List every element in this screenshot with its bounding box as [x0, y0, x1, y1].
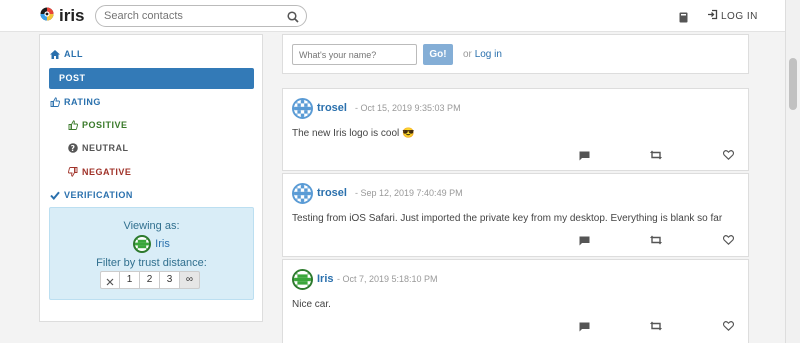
- sidebar-item-label: NEGATIVE: [82, 167, 132, 177]
- post-text: Testing from iOS Safari. Just imported t…: [292, 213, 723, 224]
- avatar: [133, 235, 152, 253]
- checkmark-icon: [50, 191, 60, 200]
- trust-filter-clear-button[interactable]: [100, 271, 120, 289]
- login-link[interactable]: Log in: [475, 49, 502, 60]
- trust-filter-option-3[interactable]: 3: [160, 271, 180, 289]
- sidebar-item-label: RATING: [64, 97, 101, 107]
- post-author[interactable]: trosel: [317, 187, 347, 199]
- post-text: The new Iris logo is cool 😎: [292, 128, 415, 139]
- app-name: iris: [59, 6, 85, 25]
- or-text: or: [463, 49, 472, 60]
- search-input[interactable]: [104, 10, 284, 22]
- iris-logo-icon: [40, 7, 54, 26]
- login-nav-link[interactable]: LOG IN: [707, 9, 758, 23]
- comment-icon[interactable]: [579, 151, 590, 161]
- filter-sidebar: ALL POST RATING POSITIVE ? NEUTRAL NEGAT…: [39, 34, 263, 322]
- or-login-text: or Log in: [463, 49, 502, 60]
- viewing-user-name: Iris: [155, 238, 170, 250]
- heart-icon[interactable]: [723, 235, 734, 245]
- sidebar-item-label: VERIFICATION: [64, 190, 133, 200]
- sidebar-item-all[interactable]: ALL: [50, 49, 83, 59]
- repost-icon[interactable]: [650, 150, 662, 160]
- login-form: Go! or Log in: [282, 34, 749, 74]
- repost-icon[interactable]: [650, 235, 662, 245]
- search-bar: [95, 5, 307, 27]
- top-navbar: iris LOG IN: [0, 0, 785, 32]
- page-scrollbar[interactable]: [785, 0, 800, 343]
- sidebar-item-verification[interactable]: VERIFICATION: [50, 190, 133, 200]
- trust-filter-option-infinity[interactable]: ∞: [180, 271, 200, 289]
- trust-filter-option-2[interactable]: 2: [140, 271, 160, 289]
- viewing-as-label: Viewing as:: [123, 220, 180, 232]
- heart-icon[interactable]: [723, 150, 734, 160]
- viewing-user[interactable]: Iris: [50, 235, 253, 253]
- post-card: Iris - Oct 7, 2019 5:18:10 PM Nice car.: [282, 259, 749, 343]
- book-icon[interactable]: [679, 10, 688, 28]
- sidebar-item-neutral[interactable]: ? NEUTRAL: [68, 143, 129, 153]
- repost-icon[interactable]: [650, 321, 662, 331]
- sidebar-item-rating[interactable]: RATING: [50, 97, 101, 107]
- avatar[interactable]: [292, 98, 313, 119]
- sidebar-item-post[interactable]: POST: [49, 68, 254, 89]
- post-card: trosel - Oct 15, 2019 9:35:03 PM The new…: [282, 88, 749, 171]
- trust-filter-label: Filter by trust distance:: [96, 257, 207, 269]
- comment-icon[interactable]: [579, 236, 590, 246]
- heart-icon[interactable]: [723, 321, 734, 331]
- svg-text:?: ?: [71, 144, 76, 153]
- sidebar-item-label: ALL: [64, 49, 83, 59]
- sidebar-item-label: POSITIVE: [82, 120, 128, 130]
- post-date: - Oct 15, 2019 9:35:03 PM: [355, 103, 461, 113]
- post-author[interactable]: Iris: [317, 273, 334, 285]
- post-text: Nice car.: [292, 299, 331, 310]
- name-input[interactable]: [292, 44, 417, 65]
- trust-filter-option-1[interactable]: 1: [120, 271, 140, 289]
- search-icon[interactable]: [287, 10, 299, 28]
- comment-icon[interactable]: [579, 322, 590, 332]
- go-button[interactable]: Go!: [423, 44, 453, 65]
- app-logo[interactable]: iris: [40, 6, 85, 26]
- post-author[interactable]: trosel: [317, 102, 347, 114]
- post-card: trosel - Sep 12, 2019 7:40:49 PM Testing…: [282, 173, 749, 257]
- viewing-as-panel: Viewing as: Iris Filter by trust distanc…: [49, 207, 254, 300]
- sidebar-item-negative[interactable]: NEGATIVE: [68, 167, 131, 177]
- trust-distance-filter: 1 2 3 ∞: [100, 271, 200, 289]
- thumbs-up-icon: [68, 120, 78, 130]
- close-icon: [106, 276, 114, 292]
- login-icon: [707, 9, 718, 23]
- avatar[interactable]: [292, 183, 313, 204]
- sidebar-item-label: NEUTRAL: [82, 143, 129, 153]
- home-icon: [50, 49, 60, 59]
- sidebar-item-positive[interactable]: POSITIVE: [68, 120, 128, 130]
- post-date: - Oct 7, 2019 5:18:10 PM: [337, 274, 438, 284]
- thumbs-up-icon: [50, 97, 60, 107]
- thumbs-down-icon: [68, 167, 78, 177]
- post-date: - Sep 12, 2019 7:40:49 PM: [355, 188, 463, 198]
- login-nav-label: LOG IN: [721, 10, 758, 22]
- scrollbar-thumb[interactable]: [789, 58, 797, 110]
- question-circle-icon: ?: [68, 143, 78, 153]
- avatar[interactable]: [292, 269, 313, 290]
